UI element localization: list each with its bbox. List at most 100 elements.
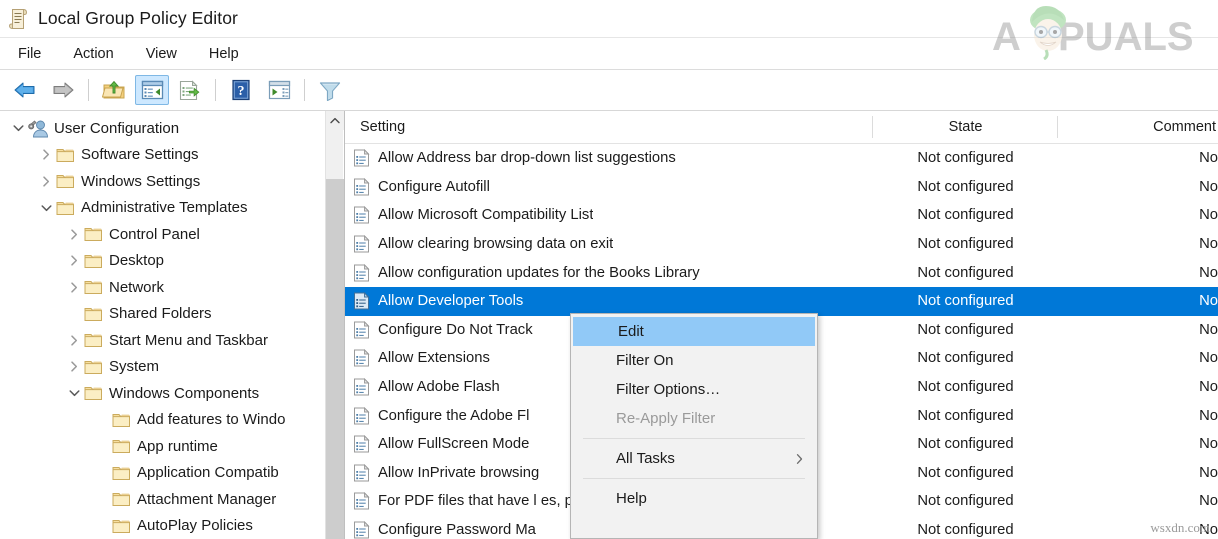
policy-setting-icon: [353, 378, 370, 396]
scroll-up-button[interactable]: [326, 111, 344, 130]
context-menu-item-edit[interactable]: Edit: [573, 317, 815, 346]
chevron-down-icon[interactable]: [64, 383, 84, 403]
table-row[interactable]: Allow Microsoft Compatibility ListNot co…: [345, 201, 1218, 230]
twisty-empty: [92, 463, 112, 483]
help-icon[interactable]: ?: [224, 75, 258, 105]
cell-comment: No: [1058, 408, 1218, 424]
context-menu-item-label: Filter Options…: [616, 381, 720, 398]
tree-item-add-features-to-windo[interactable]: Add features to Windo: [0, 407, 318, 434]
folder-icon: [84, 226, 103, 242]
cell-comment: No: [1058, 465, 1218, 481]
console-tree-pane: User ConfigurationSoftware SettingsWindo…: [0, 111, 345, 539]
setting-name: Allow InPrivate browsing: [378, 465, 539, 481]
chevron-right-icon[interactable]: [36, 145, 56, 165]
cell-state: Not configured: [873, 465, 1058, 481]
table-row[interactable]: Allow clearing browsing data on exitNot …: [345, 230, 1218, 259]
chevron-down-icon[interactable]: [36, 198, 56, 218]
forward-icon[interactable]: [46, 75, 80, 105]
policy-setting-icon: [353, 321, 370, 339]
tree-item-label: Application Compatib: [137, 464, 279, 481]
cell-comment: No: [1058, 236, 1218, 252]
context-menu-item-help[interactable]: Help: [571, 484, 817, 513]
context-menu-item-all-tasks[interactable]: All Tasks: [571, 444, 817, 473]
chevron-right-icon[interactable]: [64, 277, 84, 297]
tree-item-start-menu-and-taskbar[interactable]: Start Menu and Taskbar: [0, 327, 318, 354]
tree-item-label: App runtime: [137, 438, 218, 455]
tree-item-autoplay-policies[interactable]: AutoPlay Policies: [0, 513, 318, 539]
menu-help[interactable]: Help: [195, 43, 253, 65]
folder-icon: [112, 518, 131, 534]
table-row[interactable]: Allow Developer ToolsNot configuredNo: [345, 287, 1218, 316]
column-header-state-label: State: [949, 119, 983, 135]
show-action-pane-icon[interactable]: [262, 75, 296, 105]
filter-icon[interactable]: [313, 75, 347, 105]
context-menu-separator: [583, 438, 805, 439]
up-one-level-icon[interactable]: [97, 75, 131, 105]
policy-setting-icon: [353, 407, 370, 425]
tree-item-administrative-templates[interactable]: Administrative Templates: [0, 195, 318, 222]
tree-item-desktop[interactable]: Desktop: [0, 248, 318, 275]
table-row[interactable]: Configure AutofillNot configuredNo: [345, 173, 1218, 202]
folder-icon: [84, 359, 103, 375]
folder-icon: [84, 279, 103, 295]
tree-item-attachment-manager[interactable]: Attachment Manager: [0, 486, 318, 513]
scrollbar-thumb[interactable]: [326, 179, 344, 539]
table-row[interactable]: Allow Address bar drop-down list suggest…: [345, 144, 1218, 173]
column-header-setting-label: Setting: [360, 119, 405, 135]
tree-item-shared-folders[interactable]: Shared Folders: [0, 301, 318, 328]
chevron-right-icon[interactable]: [36, 171, 56, 191]
show-hide-tree-icon[interactable]: [135, 75, 169, 105]
svg-text:?: ?: [238, 84, 245, 99]
tree-item-network[interactable]: Network: [0, 274, 318, 301]
menu-view[interactable]: View: [132, 43, 191, 65]
toolbar-separator-2: [215, 79, 216, 101]
menu-file[interactable]: File: [4, 43, 55, 65]
tree-item-label: Start Menu and Taskbar: [109, 332, 268, 349]
chevron-down-icon[interactable]: [8, 118, 28, 138]
tree-item-label: Network: [109, 279, 164, 296]
column-header-state[interactable]: State: [873, 111, 1058, 144]
export-list-icon[interactable]: [173, 75, 207, 105]
tree-scrollbar[interactable]: [325, 111, 343, 539]
tree-item-windows-components[interactable]: Windows Components: [0, 380, 318, 407]
context-menu-item-label: All Tasks: [616, 450, 675, 467]
setting-name: Allow clearing browsing data on exit: [378, 236, 613, 252]
tree-item-software-settings[interactable]: Software Settings: [0, 142, 318, 169]
chevron-right-icon[interactable]: [64, 357, 84, 377]
chevron-right-icon[interactable]: [64, 330, 84, 350]
policy-setting-icon: [353, 521, 370, 539]
folder-icon: [84, 332, 103, 348]
policy-setting-icon: [353, 178, 370, 196]
tree-item-control-panel[interactable]: Control Panel: [0, 221, 318, 248]
cell-state: Not configured: [873, 322, 1058, 338]
context-menu-item-re-apply-filter: Re-Apply Filter: [571, 404, 817, 433]
cell-setting: Allow clearing browsing data on exit: [345, 235, 873, 253]
cell-state: Not configured: [873, 179, 1058, 195]
cell-comment: No: [1058, 293, 1218, 309]
column-header-setting[interactable]: Setting: [345, 111, 873, 144]
cell-state: Not configured: [873, 207, 1058, 223]
column-header-comment[interactable]: Comment: [1058, 111, 1218, 144]
tree-item-label: Administrative Templates: [81, 199, 247, 216]
policy-setting-icon: [353, 292, 370, 310]
chevron-right-icon[interactable]: [64, 224, 84, 244]
tree-item-user-configuration[interactable]: User Configuration: [0, 115, 318, 142]
context-menu-item-filter-on[interactable]: Filter On: [571, 346, 817, 375]
tree-item-system[interactable]: System: [0, 354, 318, 381]
policy-setting-icon: [353, 235, 370, 253]
menu-action[interactable]: Action: [59, 43, 127, 65]
chevron-right-icon[interactable]: [64, 251, 84, 271]
policy-setting-icon: [353, 435, 370, 453]
tree-item-label: Attachment Manager: [137, 491, 276, 508]
folder-icon: [56, 147, 75, 163]
table-row[interactable]: Allow configuration updates for the Book…: [345, 258, 1218, 287]
tree-item-app-runtime[interactable]: App runtime: [0, 433, 318, 460]
tree-item-application-compatib[interactable]: Application Compatib: [0, 460, 318, 487]
twisty-empty: [92, 410, 112, 430]
cell-comment: No: [1058, 207, 1218, 223]
context-menu-item-filter-options[interactable]: Filter Options…: [571, 375, 817, 404]
tree-item-windows-settings[interactable]: Windows Settings: [0, 168, 318, 195]
cell-state: Not configured: [873, 436, 1058, 452]
cell-state: Not configured: [873, 408, 1058, 424]
back-icon[interactable]: [8, 75, 42, 105]
